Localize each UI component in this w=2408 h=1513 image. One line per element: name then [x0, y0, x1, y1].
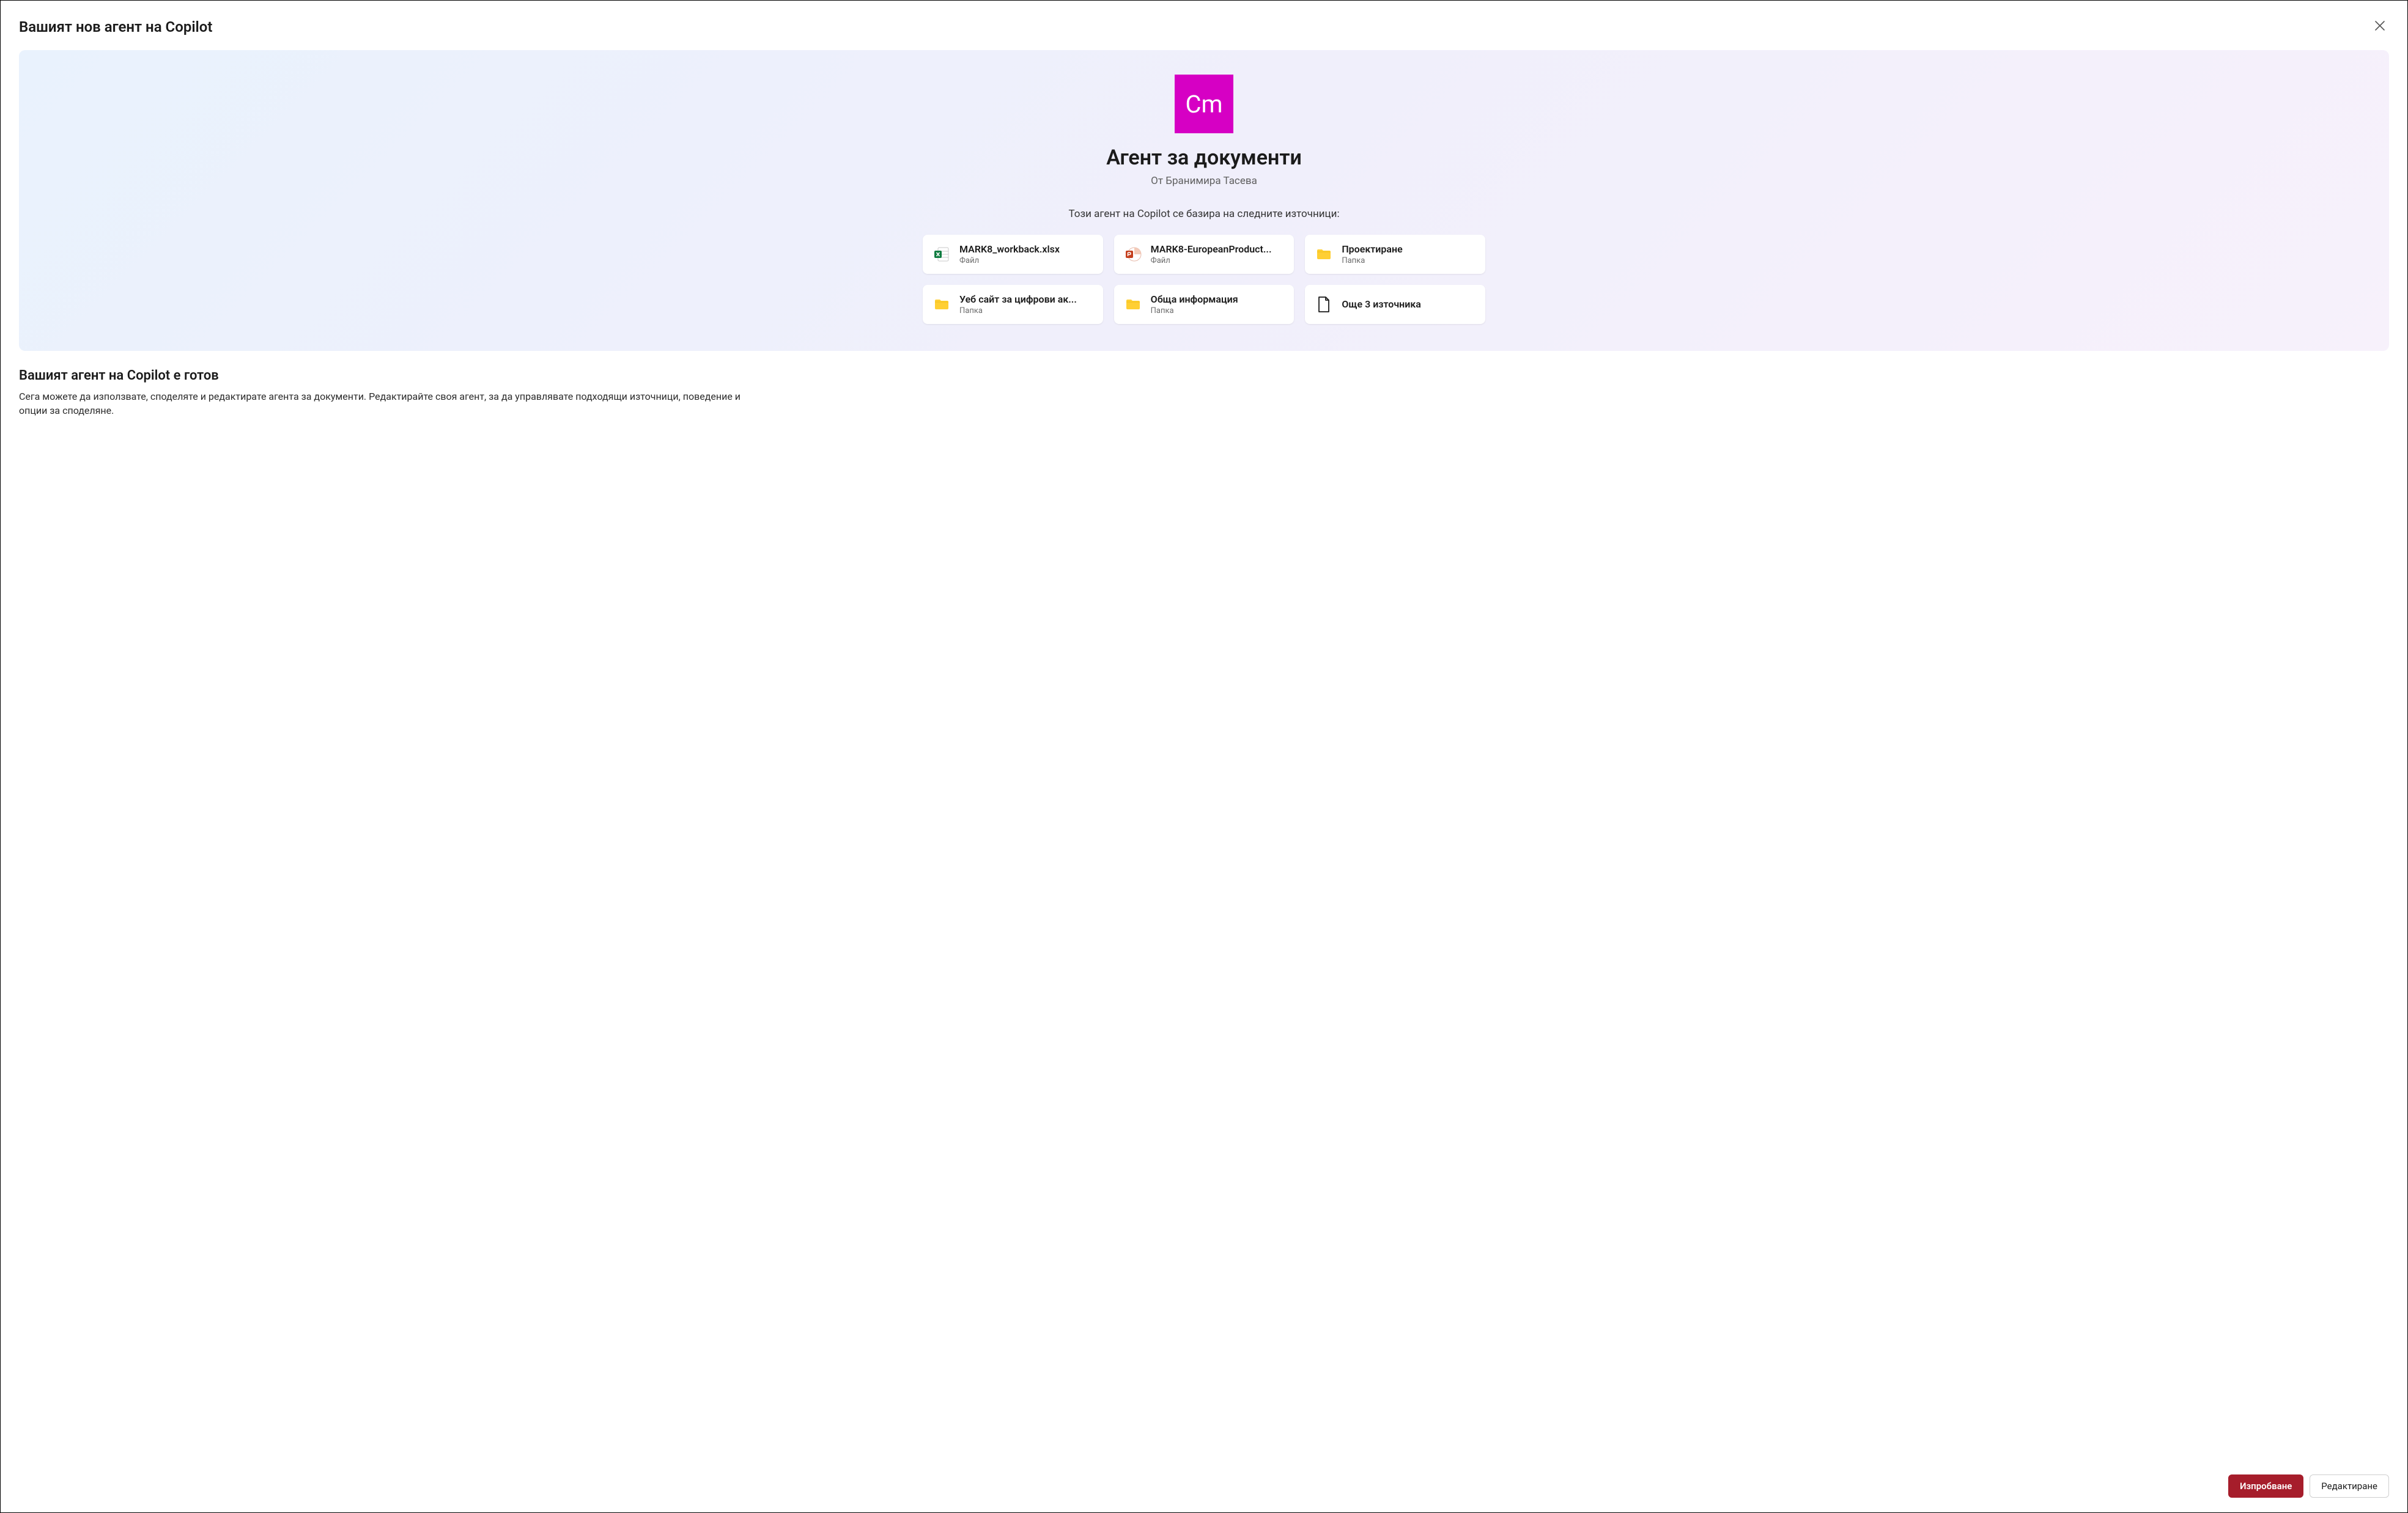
source-title: Уеб сайт за цифрови ак...	[959, 293, 1077, 305]
agent-author-line: От Бранимира Тасева	[1151, 175, 1257, 187]
source-card[interactable]: Уеб сайт за цифрови ак... Папка	[923, 285, 1103, 324]
ready-title: Вашият агент на Copilot е готов	[19, 368, 2389, 383]
agent-avatar-tile: Cm	[1175, 75, 1233, 133]
try-button[interactable]: Изпробване	[2228, 1474, 2303, 1498]
document-icon	[1315, 295, 1333, 314]
source-card[interactable]: MARK8-EuropeanProduct... Файл	[1114, 235, 1294, 274]
agent-name: Агент за документи	[1106, 145, 1302, 170]
powerpoint-file-icon	[1124, 245, 1142, 263]
source-card[interactable]: Проектиране Папка	[1305, 235, 1485, 274]
sources-intro-text: Този агент на Copilot се базира на следн…	[1068, 208, 1339, 220]
close-button[interactable]	[2371, 17, 2389, 37]
source-card[interactable]: MARK8_workback.xlsx Файл	[923, 235, 1103, 274]
excel-file-icon	[933, 245, 951, 263]
source-title: Обща информация	[1151, 293, 1238, 305]
dialog-title: Вашият нов агент на Copilot	[19, 18, 212, 35]
source-title: Още 3 източника	[1342, 298, 1421, 310]
source-subtitle: Папка	[1342, 256, 1402, 265]
source-title: MARK8_workback.xlsx	[959, 243, 1060, 255]
source-card-more[interactable]: Още 3 източника	[1305, 285, 1485, 324]
source-title: MARK8-EuropeanProduct...	[1151, 243, 1272, 255]
agent-hero-panel: Cm Агент за документи От Бранимира Тасев…	[19, 50, 2389, 351]
close-icon	[2374, 24, 2385, 33]
folder-icon	[1124, 295, 1142, 314]
dialog-footer: Изпробване Редактиране	[19, 1460, 2389, 1498]
source-title: Проектиране	[1342, 243, 1402, 255]
source-subtitle: Файл	[959, 256, 1060, 265]
source-subtitle: Папка	[959, 306, 1077, 315]
source-subtitle: Файл	[1151, 256, 1272, 265]
source-subtitle: Папка	[1151, 306, 1238, 315]
edit-button[interactable]: Редактиране	[2310, 1474, 2389, 1498]
agent-avatar-initials: Cm	[1185, 90, 1222, 119]
folder-icon	[933, 295, 951, 314]
dialog-window: Вашият нов агент на Copilot Cm Агент за …	[0, 0, 2408, 1513]
dialog-titlebar: Вашият нов агент на Copilot	[19, 17, 2389, 37]
source-card[interactable]: Обща информация Папка	[1114, 285, 1294, 324]
ready-section: Вашият агент на Copilot е готов Сега мож…	[19, 368, 2389, 418]
sources-grid: MARK8_workback.xlsx Файл MARK8-EuropeanP…	[923, 235, 1485, 324]
ready-body-text: Сега можете да използвате, споделяте и р…	[19, 389, 740, 418]
folder-icon	[1315, 245, 1333, 263]
